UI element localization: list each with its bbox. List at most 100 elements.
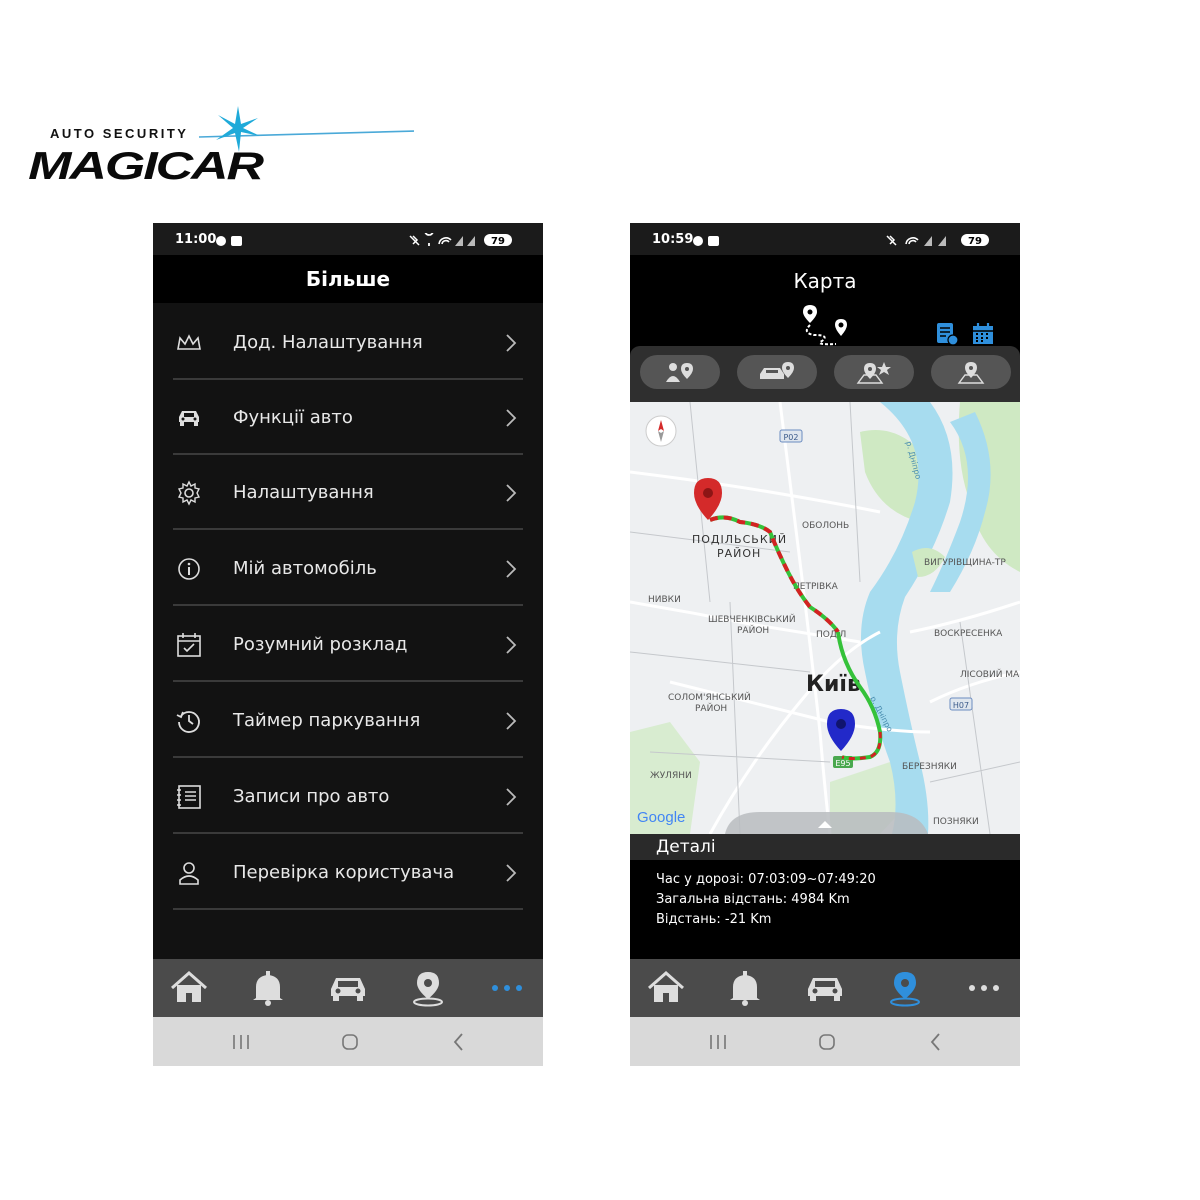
car-icon — [179, 411, 199, 426]
tab-favorite-places[interactable] — [834, 355, 914, 389]
google-logo: Google — [637, 809, 685, 826]
phone-map-screen: 10:59 79 Карта P02 H07 E95 ОБОЛОНЬ ПОДІЛ… — [630, 223, 1020, 1066]
logo-wordmark: MAGICAR — [28, 143, 264, 187]
divider — [173, 528, 523, 530]
status-bar: 11:00 79 — [153, 223, 543, 255]
nav-alerts-button[interactable] — [248, 969, 288, 1007]
road-time: Час у дорозі: 07:03:09~07:49:20 — [656, 872, 876, 887]
page-title: Карта — [793, 269, 857, 293]
nav-car-button[interactable] — [328, 969, 368, 1007]
system-navigation-bar — [153, 1017, 543, 1066]
label-shevchenkivskyi: ШЕВЧЕНКІВСЬКИЙ — [708, 613, 796, 625]
notebook-icon — [177, 785, 201, 809]
user-location-icon — [666, 363, 693, 382]
menu-item-label: Функції авто — [233, 407, 353, 428]
tab-car-location[interactable] — [737, 355, 817, 389]
route-history-icon — [803, 305, 847, 346]
nav-more-button[interactable] — [964, 969, 1004, 1007]
menu-item-label: Налаштування — [233, 482, 374, 503]
label-voskresenka: ВОСКРЕСЕНКА — [934, 629, 1003, 639]
menu-item-parking-timer[interactable]: Таймер паркування — [153, 683, 543, 758]
map-pin-area-icon — [957, 362, 985, 384]
notification-icons — [693, 236, 719, 246]
divider — [173, 756, 523, 758]
menu-item-smart-schedule[interactable]: Розумний розклад — [153, 607, 543, 682]
menu-item-car-records[interactable]: Записи про авто — [153, 759, 543, 834]
trip-log-icon[interactable] — [934, 321, 960, 347]
divider — [173, 604, 523, 606]
menu-item-my-car[interactable]: Мій автомобіль — [153, 531, 543, 606]
nav-alerts-button[interactable] — [725, 969, 765, 1007]
menu-item-extra-settings[interactable]: Дод. Налаштування — [153, 305, 543, 380]
road-label-p02: P02 — [783, 433, 798, 442]
label-zhuliany: ЖУЛЯНИ — [650, 771, 692, 781]
menu-item-label: Дод. Налаштування — [233, 332, 423, 353]
nav-home-button[interactable] — [646, 969, 686, 1007]
bottom-navigation — [630, 959, 1020, 1017]
label-nyvky: НИВКИ — [648, 595, 681, 605]
label-vyhurivshchyna: ВИГУРІВЩИНА-ТР — [924, 558, 1006, 568]
chevron-right-icon — [506, 560, 517, 578]
chevron-right-icon — [506, 788, 517, 806]
chevron-right-icon — [506, 636, 517, 654]
recent-apps-button[interactable] — [226, 1029, 256, 1055]
page-title: Більше — [305, 267, 391, 291]
road-label-e95: E95 — [835, 759, 850, 768]
history-icon — [176, 711, 200, 733]
divider — [173, 680, 523, 682]
menu-list: Дод. Налаштування Функції авто Налаштува… — [153, 303, 543, 959]
nav-map-button[interactable] — [885, 969, 925, 1007]
tab-map-area[interactable] — [931, 355, 1011, 389]
tab-user-location[interactable] — [640, 355, 720, 389]
logo-tagline: AUTO SECURITY — [50, 126, 188, 141]
back-button[interactable] — [444, 1029, 474, 1055]
menu-item-settings[interactable]: Налаштування — [153, 455, 543, 530]
menu-item-label: Записи про авто — [233, 786, 390, 807]
phone-more-screen: 11:00 79 Більше Дод. Налаштування Функці… — [153, 223, 543, 1066]
gear-icon — [177, 480, 201, 506]
label-pozniaky: ПОЗНЯКИ — [933, 817, 979, 827]
label-obolon: ОБОЛОНЬ — [802, 521, 849, 531]
trip-details-panel: Деталі Час у дорозі: 07:03:09~07:49:20 З… — [630, 834, 1020, 959]
calendar-icon[interactable] — [970, 321, 996, 347]
calendar-check-icon — [177, 633, 201, 657]
status-bar: 10:59 79 — [630, 223, 1020, 255]
nav-home-button[interactable] — [169, 969, 209, 1007]
battery-level: 79 — [968, 236, 982, 247]
label-podil: ПОДІЛ — [816, 630, 846, 640]
recent-apps-button[interactable] — [703, 1029, 733, 1055]
nav-car-button[interactable] — [805, 969, 845, 1007]
label-solomianskyi-raion: РАЙОН — [695, 702, 727, 714]
label-lisovyi: ЛІСОВИЙ МА — [960, 668, 1020, 680]
label-podilskyi-raion: РАЙОН — [717, 547, 761, 560]
home-button[interactable] — [335, 1029, 365, 1055]
menu-item-label: Розумний розклад — [233, 634, 408, 655]
menu-item-label: Мій автомобіль — [233, 558, 377, 579]
road-label-h07: H07 — [953, 701, 969, 710]
status-time: 10:59 — [652, 232, 694, 247]
menu-item-user-check[interactable]: Перевірка користувача — [153, 835, 543, 910]
menu-item-label: Перевірка користувача — [233, 862, 455, 883]
notification-icons — [216, 236, 242, 246]
chevron-right-icon — [506, 334, 517, 352]
chevron-right-icon — [506, 712, 517, 730]
info-icon — [178, 558, 200, 580]
divider — [173, 908, 523, 910]
route-map[interactable]: P02 H07 E95 ОБОЛОНЬ ПОДІЛЬСЬКИЙ РАЙОН ВИ… — [630, 402, 1020, 834]
nav-map-button[interactable] — [408, 969, 448, 1007]
label-shevchenkivskyi-raion: РАЙОН — [737, 624, 769, 636]
details-header: Деталі — [630, 834, 1020, 860]
divider — [173, 832, 523, 834]
home-button[interactable] — [812, 1029, 842, 1055]
back-button[interactable] — [921, 1029, 951, 1055]
trip-distance: Відстань: -21 Km — [656, 912, 772, 927]
battery-level: 79 — [491, 236, 505, 247]
map-mode-tabs — [630, 346, 1020, 402]
car-location-icon — [760, 362, 794, 379]
details-title: Деталі — [656, 837, 716, 857]
menu-item-car-functions[interactable]: Функції авто — [153, 380, 543, 455]
system-status-icons: 79 — [409, 233, 512, 247]
nav-more-button[interactable] — [487, 969, 527, 1007]
magicar-logo: AUTO SECURITY MAGICAR — [28, 106, 414, 187]
menu-item-label: Таймер паркування — [233, 710, 421, 731]
